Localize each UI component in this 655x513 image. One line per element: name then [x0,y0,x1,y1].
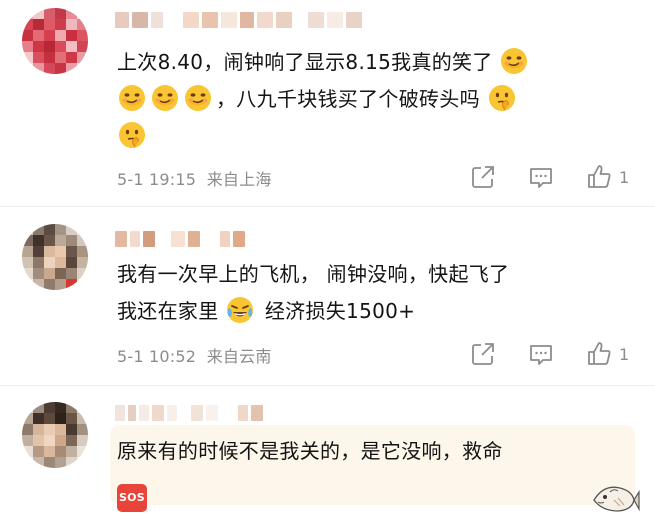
thumbs-up-icon[interactable] [585,340,613,368]
comment-location: 来自上海 [206,170,272,189]
avatar[interactable] [22,402,88,468]
username-blurred[interactable] [115,404,263,422]
avatar[interactable] [22,224,88,290]
comment-text: 我有一次早上的飞机， 闹钟没响，快起飞了 我还在家里 经济损失1500+ [117,256,633,330]
comment-meta: 5-1 10:52 来自云南 [117,343,272,367]
smirk-face-icon [185,85,211,111]
username-blurred[interactable] [115,230,245,248]
smirk-face-icon [119,85,145,111]
comment-text: 上次8.40，闹钟响了显示8.15我真的笑了 ，八九千块钱买了个破砖头吗 [117,44,633,155]
comment-icon[interactable] [527,163,555,191]
share-icon[interactable] [469,340,497,368]
comment-text-line1: 上次8.40，闹钟响了显示8.15我真的笑了 [117,50,493,74]
comment-text-line2b: 经济损失1500+ [264,299,416,323]
comment-location: 来自云南 [206,347,272,366]
crying-laughing-face-icon [227,297,254,323]
smirk-face-icon [152,85,178,111]
comment-time: 5-1 10:52 [117,347,197,366]
divider [0,385,655,386]
comment-time: 5-1 19:15 [117,170,197,189]
sos-badge: SOS [117,484,147,512]
share-icon[interactable] [469,163,497,191]
username-blurred[interactable] [115,11,362,29]
fish-mascot-icon [593,486,640,512]
comment-actions: 1 [469,340,633,368]
avatar[interactable] [22,8,88,74]
comment-icon[interactable] [527,340,555,368]
smirk-face-icon [501,48,528,74]
comment-text-line1: 原来有的时候不是我关的，是它没响，救命 [117,439,503,463]
divider [0,206,655,207]
comment-meta: 5-1 19:15 来自上海 [117,166,272,190]
thinking-face-icon [488,85,515,111]
comment-text-line2a: 我还在家里 [117,299,219,323]
thinking-face-icon [119,122,145,148]
like-count: 1 [619,167,630,187]
comment-text-line2: ，八九千块钱买了个破砖头吗 [216,87,480,111]
thumbs-up-icon[interactable] [585,163,613,191]
comment-actions: 1 [469,163,633,191]
comment-text: 原来有的时候不是我关的，是它没响，救命 SOS [117,433,633,512]
like-count: 1 [619,344,630,364]
comment-text-line1: 我有一次早上的飞机， 闹钟没响，快起飞了 [117,262,510,286]
